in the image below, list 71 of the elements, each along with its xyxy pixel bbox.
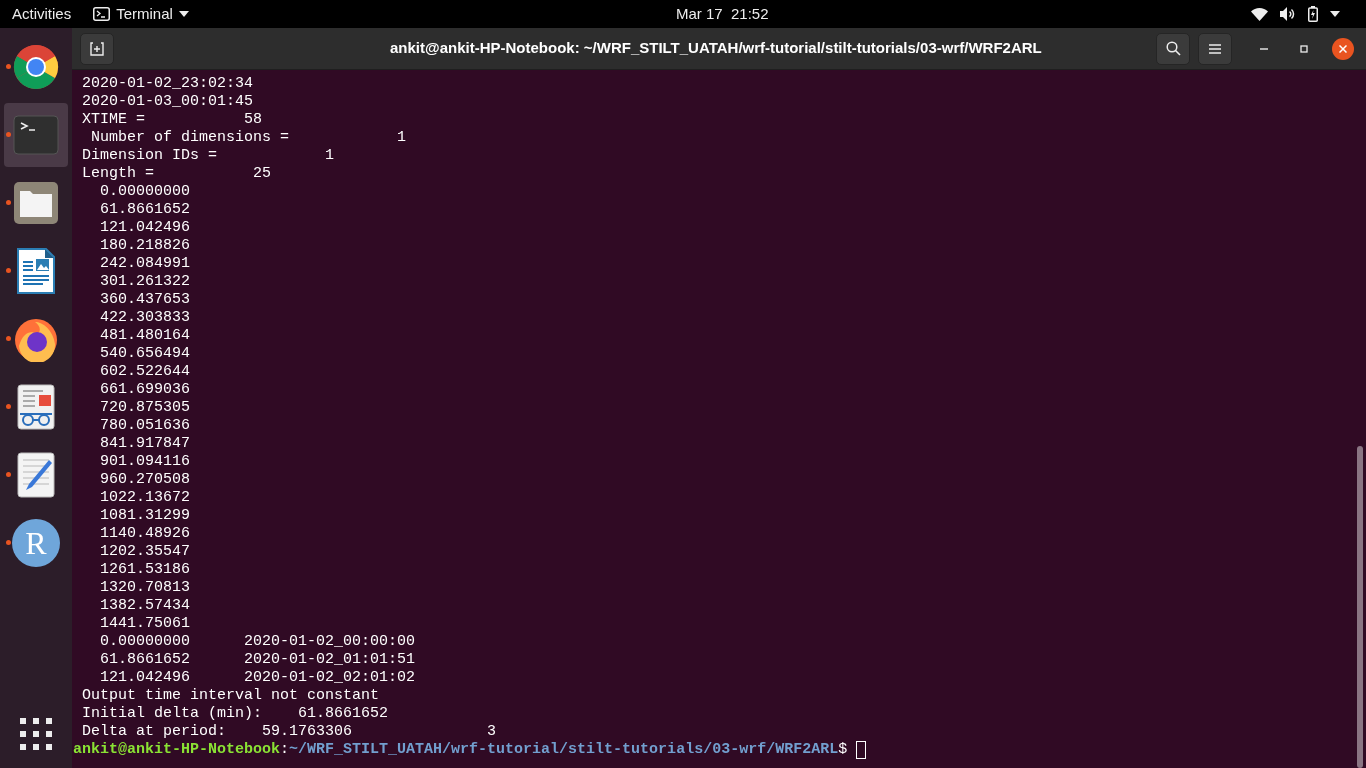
- terminal-output-line: 2020-01-02_23:02:34: [81, 75, 255, 93]
- close-button[interactable]: [1332, 37, 1354, 60]
- terminal-output-line: 0.00000000: [99, 183, 192, 201]
- volume-icon[interactable]: [1280, 7, 1296, 21]
- maximize-icon: [1300, 44, 1308, 53]
- battery-icon[interactable]: [1308, 6, 1318, 22]
- menu-button[interactable]: [1198, 32, 1232, 65]
- terminal-output-line: 901.094116: [99, 453, 192, 471]
- chrome-icon[interactable]: [13, 44, 59, 90]
- caret-icon[interactable]: [1330, 11, 1340, 17]
- terminal-output-line: 1441.75061: [99, 615, 192, 633]
- app-menu[interactable]: Terminal: [116, 2, 173, 26]
- terminal-output-line: XTIME = 58: [81, 111, 264, 129]
- scrollbar-thumb[interactable]: [1357, 446, 1363, 768]
- terminal-output-line: 1202.35547: [99, 543, 192, 561]
- terminal-output-line: 540.656494: [99, 345, 192, 363]
- terminal-output-line: 301.261322: [99, 273, 192, 291]
- terminal-output-line: Initial delta (min): 61.8661652: [81, 705, 390, 723]
- activities-button[interactable]: Activities: [12, 2, 72, 26]
- terminal-output-line: 1382.57434: [99, 597, 192, 615]
- terminal-output-line: 481.480164: [99, 327, 192, 345]
- text-cursor: [856, 741, 867, 759]
- terminal-output-line: 960.270508: [99, 471, 192, 489]
- terminal-area[interactable]: [72, 70, 1366, 768]
- terminal-output-line: 1140.48926: [99, 525, 192, 543]
- pencil-page-icon[interactable]: [17, 452, 55, 498]
- new-tab-button[interactable]: [80, 32, 114, 65]
- search-icon: [1165, 41, 1181, 56]
- app-grid-icon[interactable]: [20, 718, 52, 750]
- terminal-output-line: 422.303833: [99, 309, 192, 327]
- prompt-separator: :: [280, 741, 290, 759]
- terminal-output-line: 0.00000000 2020-01-02_00:00:00: [99, 633, 417, 651]
- window-title: ankit@ankit-HP-Notebook: ~/WRF_STILT_UATAH/wrf-tutorial/stilt-tutorials/03-wrf/WRF2ARL: [390, 38, 1042, 59]
- terminal-output-line: 180.218826: [99, 237, 192, 255]
- terminal-output-line: 841.917847: [99, 435, 192, 453]
- folder-icon[interactable]: [13, 181, 59, 225]
- terminal-output-line: Length = 25: [81, 165, 273, 183]
- new-tab-icon: [90, 41, 104, 56]
- wifi-icon[interactable]: [1251, 7, 1268, 21]
- terminal-output-line: Delta at period: 59.1763306 3: [81, 723, 498, 741]
- terminal-output-line: 1261.53186: [99, 561, 192, 579]
- document-glasses-icon[interactable]: [17, 384, 55, 430]
- terminal-output-line: 661.699036: [99, 381, 192, 399]
- clock[interactable]: Mar 17 21:52: [676, 2, 769, 26]
- fox-globe-icon[interactable]: [13, 316, 59, 362]
- close-icon: [1339, 44, 1347, 53]
- terminal-output-line: 1320.70813: [99, 579, 192, 597]
- prompt-path: ~/WRF_STILT_UATAH/wrf-tutorial/stilt-tutorials/03-wrf/WRF2ARL: [289, 741, 839, 759]
- terminal-output-line: 121.042496 2020-01-02_02:01:02: [99, 669, 417, 687]
- terminal-output-line: 780.051636: [99, 417, 192, 435]
- terminal-output-line: 61.8661652: [99, 201, 192, 219]
- terminal-output-line: 121.042496: [99, 219, 192, 237]
- terminal-output-line: Output time interval not constant: [81, 687, 381, 705]
- menu-icon: [1209, 43, 1221, 54]
- minimize-icon: [1260, 47, 1268, 50]
- terminal-icon: [93, 7, 111, 21]
- terminal-output-line: 2020-01-03_00:01:45: [81, 93, 255, 111]
- terminal-output-line: Number of dimensions = 1: [90, 129, 408, 147]
- prompt-symbol: $: [838, 741, 849, 759]
- document-icon[interactable]: [17, 248, 55, 294]
- caret-icon: [178, 11, 189, 17]
- terminal-output-line: 61.8661652 2020-01-02_01:01:51: [99, 651, 417, 669]
- terminal-output-line: Dimension IDs = 1: [81, 147, 336, 165]
- search-button[interactable]: [1156, 32, 1190, 65]
- terminal-output-line: 1022.13672: [99, 489, 192, 507]
- terminal-output-line: 242.084991: [99, 255, 192, 273]
- terminal-output-line: 360.437653: [99, 291, 192, 309]
- terminal-output-line: 1081.31299: [99, 507, 192, 525]
- prompt-user-host: ankit@ankit-HP-Notebook: [73, 741, 281, 759]
- terminal-output-line: 720.875305: [99, 399, 192, 417]
- terminal-output-line: 602.522644: [99, 363, 192, 381]
